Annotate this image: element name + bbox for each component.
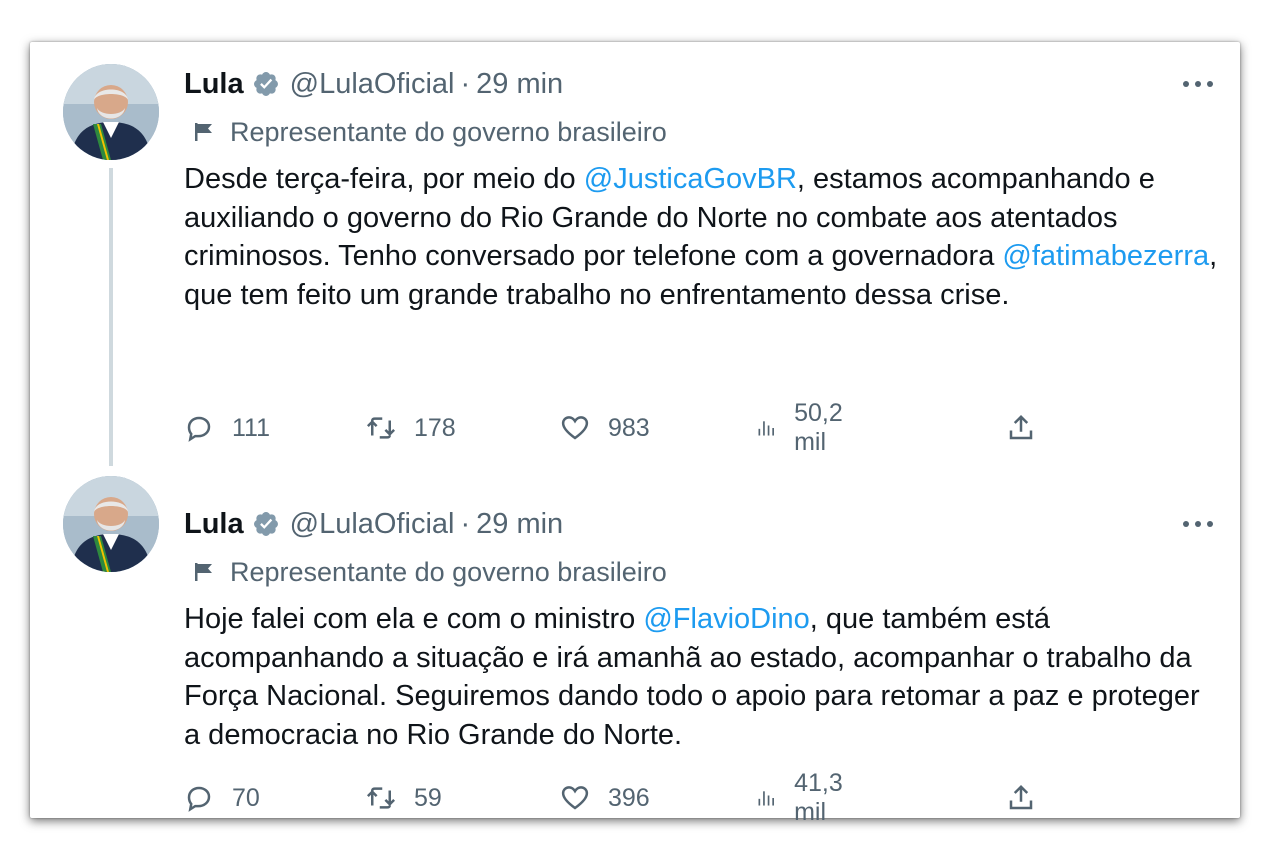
- thread-connector-line: [109, 168, 113, 466]
- share-button[interactable]: [1006, 413, 1036, 443]
- tweet-2[interactable]: Lula @LulaOficial · 29 min Representante…: [30, 472, 1240, 826]
- retweet-icon: [366, 417, 396, 439]
- views-button[interactable]: 41,3 mil: [756, 769, 853, 827]
- reply-count: 70: [232, 783, 260, 812]
- like-button[interactable]: 396: [560, 783, 650, 813]
- author-handle[interactable]: @LulaOficial: [290, 508, 455, 541]
- author-name[interactable]: Lula: [184, 68, 244, 101]
- views-button[interactable]: 50,2 mil: [756, 399, 853, 457]
- reply-button[interactable]: 111: [184, 413, 270, 443]
- share-button[interactable]: [1006, 783, 1036, 813]
- view-count: 41,3 mil: [794, 769, 843, 826]
- verified-icon: [252, 510, 280, 538]
- mention-link[interactable]: @FlavioDino: [643, 603, 809, 635]
- tweet-timestamp[interactable]: 29 min: [476, 68, 563, 101]
- like-icon: [561, 786, 589, 810]
- retweet-icon: [366, 787, 396, 809]
- like-count: 983: [608, 413, 650, 442]
- more-icon[interactable]: [1178, 68, 1218, 100]
- mention-link[interactable]: @JusticaGovBR: [584, 163, 797, 195]
- reply-icon: [187, 416, 211, 442]
- tweet-content: Lula @LulaOficial · 29 min Representante…: [184, 64, 1218, 314]
- government-label-text: Representante do governo brasileiro: [230, 116, 667, 147]
- views-icon: [758, 421, 774, 436]
- share-icon: [1009, 784, 1033, 810]
- like-icon: [561, 416, 589, 440]
- verified-icon: [252, 70, 280, 98]
- like-button[interactable]: 983: [560, 413, 650, 443]
- retweet-button[interactable]: 178: [366, 413, 456, 443]
- tweet-timestamp[interactable]: 29 min: [476, 508, 563, 541]
- author-name[interactable]: Lula: [184, 508, 244, 541]
- like-count: 396: [608, 783, 650, 812]
- reply-count: 111: [232, 413, 271, 442]
- government-label[interactable]: Representante do governo brasileiro: [184, 552, 1218, 592]
- flag-icon: [192, 560, 216, 584]
- author-handle[interactable]: @LulaOficial: [290, 68, 455, 101]
- share-icon: [1009, 414, 1033, 440]
- tweet-header: Lula @LulaOficial · 29 min: [184, 64, 1218, 104]
- flag-icon: [192, 120, 216, 144]
- government-label[interactable]: Representante do governo brasileiro: [184, 112, 1218, 152]
- retweet-count: 59: [414, 783, 442, 812]
- retweet-count: 178: [414, 413, 456, 442]
- reply-button[interactable]: 70: [184, 783, 260, 813]
- tweet-1[interactable]: Lula @LulaOficial · 29 min Representante…: [30, 42, 1240, 472]
- tweet-content: Lula @LulaOficial · 29 min Representante…: [184, 504, 1218, 754]
- views-icon: [758, 791, 774, 806]
- tweet-thread-card: Lula @LulaOficial · 29 min Representante…: [30, 42, 1240, 826]
- government-label-text: Representante do governo brasileiro: [230, 556, 667, 587]
- tweet-text: Desde terça-feira, por meio do @JusticaG…: [184, 160, 1219, 314]
- header-separator: ·: [460, 67, 471, 100]
- tweet-text-segment: Hoje falei com ela e com o ministro: [184, 603, 644, 635]
- avatar[interactable]: [63, 476, 159, 572]
- header-separator: ·: [460, 507, 471, 540]
- view-count: 50,2 mil: [794, 399, 843, 456]
- mention-link[interactable]: @fatimabezerra: [1002, 240, 1209, 272]
- reply-icon: [187, 786, 211, 812]
- avatar[interactable]: [63, 64, 159, 160]
- tweet-text-segment: Desde terça-feira, por meio do: [184, 163, 584, 195]
- tweet-text: Hoje falei com ela e com o ministro @Fla…: [184, 600, 1219, 754]
- retweet-button[interactable]: 59: [366, 783, 442, 813]
- more-icon[interactable]: [1178, 508, 1218, 540]
- tweet-header: Lula @LulaOficial · 29 min: [184, 504, 1218, 544]
